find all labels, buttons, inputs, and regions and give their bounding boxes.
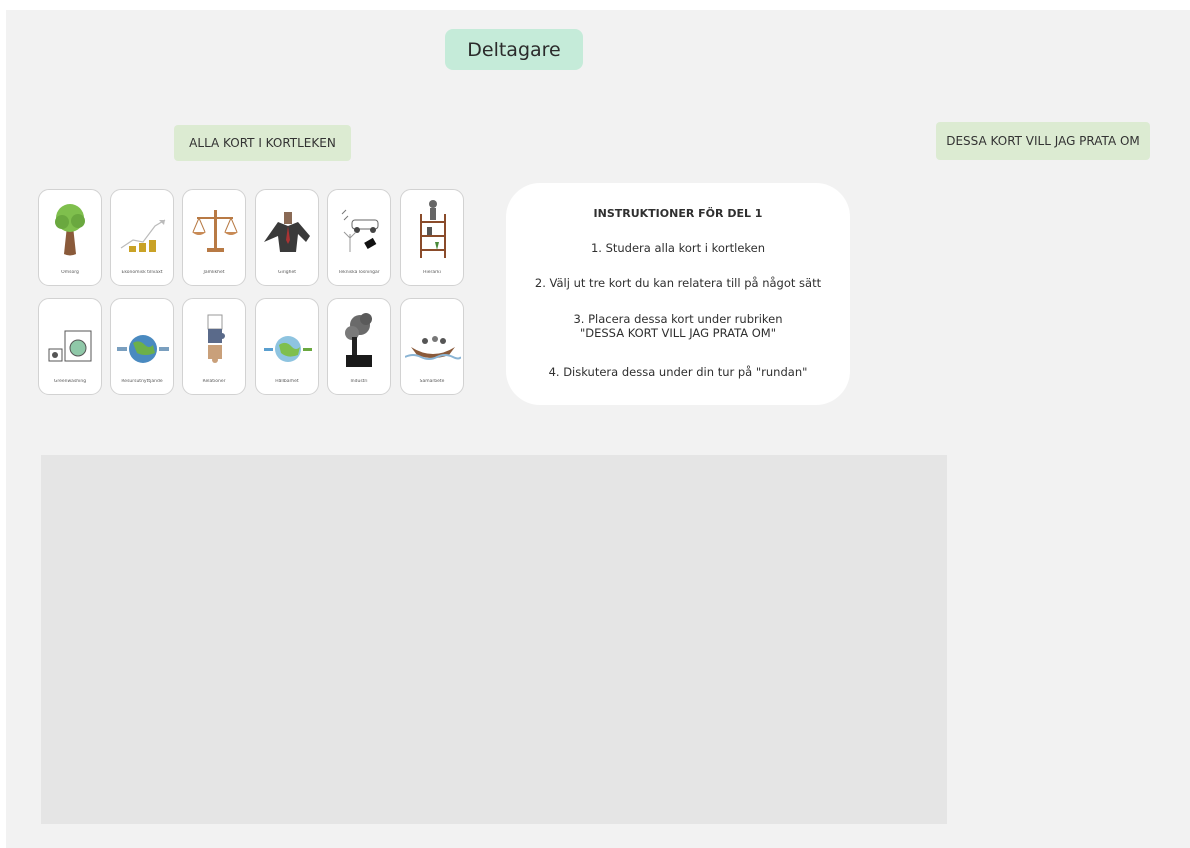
tech-icon bbox=[341, 209, 379, 252]
instruction-step-3-line-1: 3. Placera dessa kort under rubriken bbox=[573, 312, 783, 326]
card-greenwashing[interactable]: Greenwashing bbox=[38, 298, 102, 395]
instruction-step-1: 1. Studera alla kort i kortleken bbox=[590, 241, 766, 255]
scales-icon bbox=[192, 210, 238, 252]
card-hallbarhet[interactable]: Hållbarhet bbox=[255, 298, 319, 395]
factory-icon bbox=[345, 313, 372, 367]
growth-icon bbox=[120, 219, 166, 252]
card-ekonomisk-tillvaxt[interactable]: Ekonomisk tillväxt bbox=[110, 189, 174, 286]
card-tekniska-losningar[interactable]: Tekniska lösningar bbox=[327, 189, 391, 286]
card-caption: Relationer bbox=[202, 379, 226, 384]
card-omsorg[interactable]: Omsorg bbox=[38, 189, 102, 286]
card-caption: Samarbete bbox=[419, 379, 445, 384]
card-caption: Hållbarhet bbox=[275, 379, 299, 384]
deck-section-label: ALLA KORT I KORTLEKEN bbox=[174, 125, 351, 161]
suit-man-icon bbox=[264, 212, 310, 252]
washing-machine-icon bbox=[48, 330, 92, 362]
instruction-step-4: 4. Diskutera dessa under din tur på "run… bbox=[548, 365, 808, 379]
card-caption: Jämlikhet bbox=[203, 270, 225, 275]
card-caption: Greenwashing bbox=[53, 379, 87, 384]
selected-section-label: DESSA KORT VILL JAG PRATA OM bbox=[936, 122, 1150, 160]
card-girighet[interactable]: Girighet bbox=[255, 189, 319, 286]
card-jamlikhet[interactable]: Jämlikhet bbox=[182, 189, 246, 286]
tree-icon bbox=[55, 204, 85, 256]
board-title: Deltagare bbox=[445, 29, 583, 70]
card-relationer[interactable]: Relationer bbox=[182, 298, 246, 395]
earth-icon bbox=[264, 336, 312, 362]
globe-icon bbox=[117, 335, 169, 363]
card-caption: Resursutnyttjande bbox=[121, 379, 163, 384]
card-samarbete[interactable]: Samarbete bbox=[400, 298, 464, 395]
card-caption: Hierarki bbox=[423, 270, 441, 275]
card-resursutnyttjande[interactable]: Resursutnyttjande bbox=[110, 298, 174, 395]
ladder-icon bbox=[420, 200, 446, 258]
instructions-panel: INSTRUKTIONER FÖR DEL 1 1. Studera alla … bbox=[506, 183, 850, 405]
card-industri[interactable]: Industri bbox=[327, 298, 391, 395]
instructions-title: INSTRUKTIONER FÖR DEL 1 bbox=[593, 207, 763, 220]
instruction-step-3-line-2: "DESSA KORT VILL JAG PRATA OM" bbox=[579, 326, 777, 340]
card-hierarki[interactable]: Hierarki bbox=[400, 189, 464, 286]
drop-zone-area[interactable] bbox=[41, 455, 947, 824]
card-caption: Tekniska lösningar bbox=[338, 270, 380, 275]
instruction-step-2: 2. Välj ut tre kort du kan relatera till… bbox=[534, 276, 822, 290]
card-caption: Ekonomisk tillväxt bbox=[121, 270, 163, 275]
card-caption: Omsorg bbox=[61, 270, 79, 275]
boat-icon bbox=[405, 336, 461, 360]
card-caption: Industri bbox=[350, 379, 368, 384]
puzzle-icon bbox=[207, 314, 225, 363]
card-caption: Girighet bbox=[277, 270, 297, 275]
